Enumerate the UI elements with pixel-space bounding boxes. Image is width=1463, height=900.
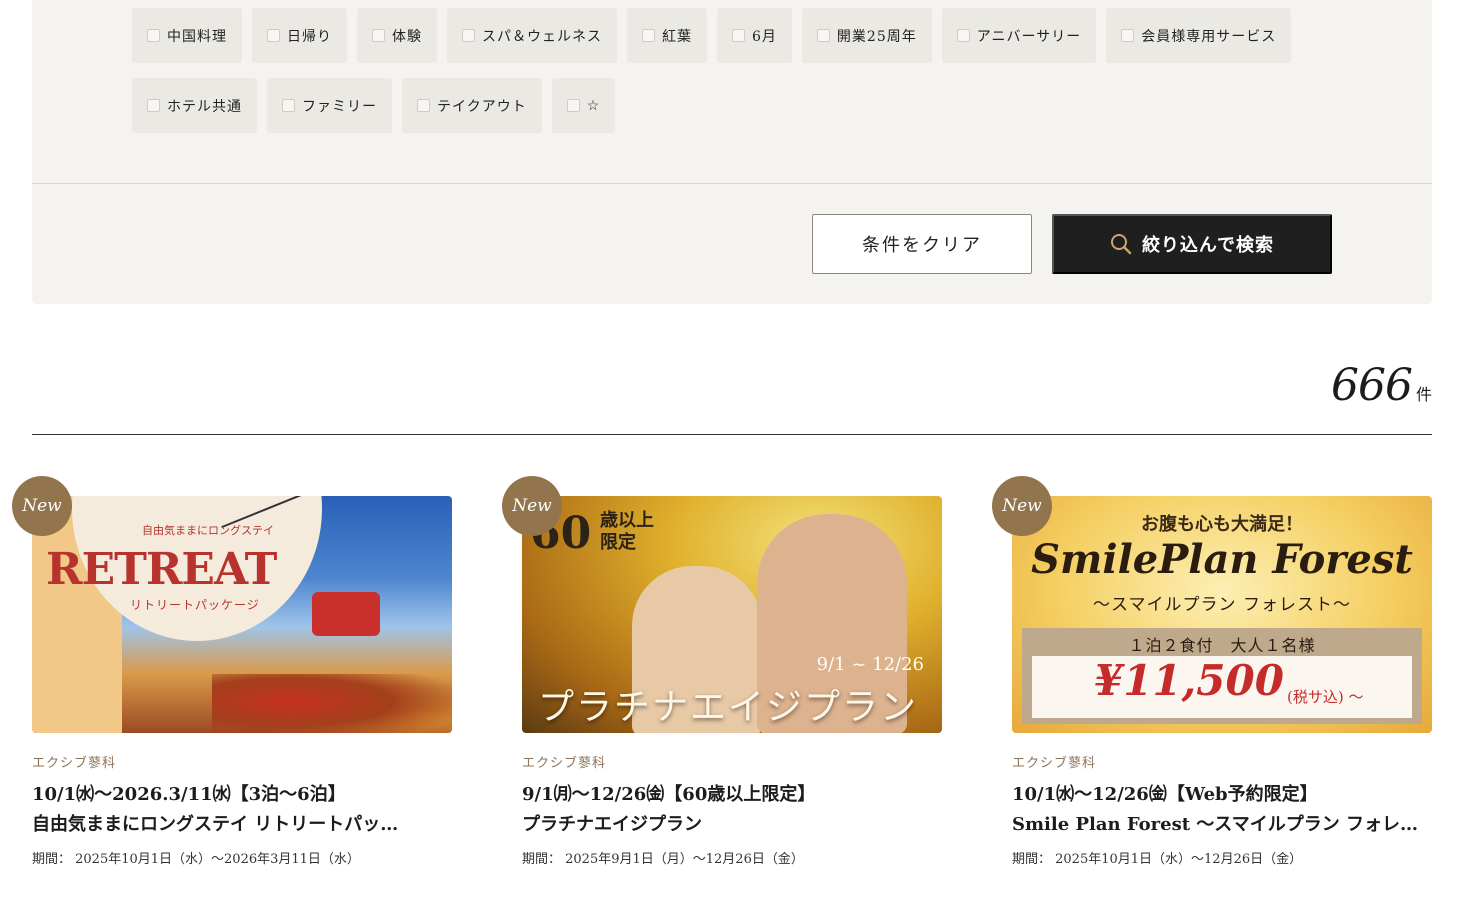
checkbox-icon[interactable]: [956, 29, 970, 42]
filter-tag-family[interactable]: ファミリー: [267, 78, 392, 133]
checkbox-icon[interactable]: [372, 29, 385, 42]
plan-title-line1: 10/1㈬～2026.3/11㈬【3泊～6泊】: [32, 784, 346, 805]
plan-period: 期間： 2025年9月1日（月）～12月26日（金）: [522, 852, 804, 867]
image-price-tax: (税サ込) ～: [1287, 688, 1364, 706]
result-count-number: 666: [1331, 360, 1413, 411]
checkbox-icon[interactable]: [282, 99, 295, 112]
hotel-name: エクシブ蓼科: [32, 756, 117, 771]
checkbox-icon[interactable]: [147, 29, 160, 42]
checkbox-icon[interactable]: [732, 29, 745, 42]
plan-image-retreat[interactable]: 自由気ままにロングステイ RETREAT リトリートパッケージ: [32, 496, 452, 733]
filter-tag-june[interactable]: 6月: [717, 8, 792, 63]
checkbox-icon[interactable]: [816, 29, 830, 42]
image-headline: SmilePlan Forest: [1031, 536, 1413, 583]
plan-title-line1: 10/1㈬～12/26㈮【Web予約限定】: [1012, 784, 1318, 805]
plan-title-line2: プラチナエイジプラン: [522, 814, 702, 835]
new-badge: New: [502, 476, 562, 536]
checkbox-icon[interactable]: [147, 99, 160, 112]
filter-tag-experience[interactable]: 体験: [357, 8, 437, 63]
filter-tag-label: スパ＆ウェルネス: [482, 28, 602, 45]
plan-title[interactable]: 10/1㈬～2026.3/11㈬【3泊～6泊】 自由気ままにロングステイ リトリ…: [32, 780, 452, 840]
filter-tag-label: 6月: [752, 28, 777, 45]
checkbox-icon[interactable]: [462, 29, 475, 42]
filter-tag-daytrip[interactable]: 日帰り: [252, 8, 347, 63]
filter-tag-anniversary[interactable]: アニバーサリー: [941, 8, 1097, 63]
checkbox-icon[interactable]: [417, 99, 430, 112]
plan-title-line2: 自由気ままにロングステイ リトリートパッ…: [32, 814, 399, 835]
filter-tag-label: ホテル共通: [167, 98, 242, 115]
filter-tag-star[interactable]: ☆: [551, 78, 616, 133]
filter-tag-label: 開業25周年: [836, 28, 917, 45]
plan-title-line2: Smile Plan Forest ～スマイルプラン フォレ…: [1012, 814, 1419, 835]
image-subtitle: リトリートパッケージ: [130, 598, 260, 612]
filter-tag-25th-anniversary[interactable]: 開業25周年: [801, 8, 932, 63]
image-price: ¥11,500: [1094, 656, 1284, 705]
ropeway-gondola-graphic: [312, 592, 380, 636]
image-plan-name: プラチナエイジプラン: [538, 687, 919, 728]
filter-tag-label: ☆: [586, 97, 601, 114]
search-button[interactable]: 絞り込んで検索: [1052, 214, 1332, 274]
plan-title-line1: 9/1㈪～12/26㈮【60歳以上限定】: [522, 784, 816, 805]
filter-tag-spa[interactable]: スパ＆ウェルネス: [447, 8, 617, 63]
filter-tag-label: 会員様専用サービス: [1141, 28, 1277, 45]
clear-conditions-button[interactable]: 条件をクリア: [812, 214, 1032, 274]
hotel-name: エクシブ蓼科: [522, 756, 607, 771]
plan-period: 期間： 2025年10月1日（水）～2026年3月11日（水）: [32, 852, 360, 867]
checkbox-icon[interactable]: [566, 99, 580, 112]
plan-title[interactable]: 9/1㈪～12/26㈮【60歳以上限定】 プラチナエイジプラン: [522, 780, 942, 840]
image-date-range: 9/1 ~ 12/26: [816, 654, 924, 675]
result-count: 666 件: [1331, 360, 1432, 411]
filter-tag-chinese[interactable]: 中国料理: [132, 8, 242, 63]
image-age-note: 歳以上限定: [600, 510, 654, 553]
result-count-unit: 件: [1415, 385, 1432, 404]
image-price-condition: １泊２食付 大人１名様: [1128, 636, 1316, 655]
filter-tag-hotel-common[interactable]: ホテル共通: [132, 78, 257, 133]
plan-image-smile-forest[interactable]: お腹も心も大満足！ SmilePlan Forest ～スマイルプラン フォレス…: [1012, 496, 1432, 733]
image-headline: RETREAT: [46, 544, 277, 595]
image-kicker: お腹も心も大満足！: [1141, 514, 1303, 535]
filter-tag-autumn-leaves[interactable]: 紅葉: [627, 8, 707, 63]
image-kicker: 自由気ままにロングステイ: [142, 524, 274, 537]
checkbox-icon[interactable]: [642, 29, 655, 42]
search-icon: [1110, 234, 1132, 255]
image-price-box: １泊２食付 大人１名様 ¥11,500 (税サ込) ～: [1022, 628, 1422, 724]
hotel-name: エクシブ蓼科: [1012, 756, 1097, 771]
result-divider: [32, 434, 1432, 435]
divider: [32, 183, 1432, 184]
filter-tag-member-service[interactable]: 会員様専用サービス: [1106, 8, 1292, 63]
filter-tag-label: テイクアウト: [437, 98, 527, 115]
filter-tag-row: 中国料理 日帰り 体験 スパ＆ウェルネス 紅葉 6月 開業25周年 アニバーサリ…: [132, 8, 1292, 63]
filter-tag-label: アニバーサリー: [976, 28, 1082, 45]
filter-panel: 中国料理 日帰り 体験 スパ＆ウェルネス 紅葉 6月 開業25周年 アニバーサリ…: [32, 0, 1432, 304]
checkbox-icon[interactable]: [267, 29, 280, 42]
plan-image-platinum-age[interactable]: 60 歳以上限定 9/1 ~ 12/26 プラチナエイジプラン: [522, 496, 942, 733]
image-subtitle: ～スマイルプラン フォレスト～: [1093, 595, 1351, 615]
plan-period: 期間： 2025年10月1日（水）～12月26日（金）: [1012, 852, 1303, 867]
filter-tag-label: 紅葉: [662, 28, 692, 45]
image-price-panel: ¥11,500 (税サ込) ～: [1032, 656, 1412, 718]
plan-title[interactable]: 10/1㈬～12/26㈮【Web予約限定】 Smile Plan Forest …: [1012, 780, 1432, 840]
checkbox-icon[interactable]: [1121, 29, 1135, 42]
filter-tag-row: ホテル共通 ファミリー テイクアウト ☆: [132, 78, 616, 133]
filter-tag-label: 体験: [392, 28, 422, 45]
search-button-label: 絞り込んで検索: [1141, 235, 1275, 255]
new-badge: New: [992, 476, 1052, 536]
autumn-trees-graphic: [212, 674, 452, 733]
filter-tag-label: 中国料理: [167, 28, 227, 45]
filter-tag-takeout[interactable]: テイクアウト: [402, 78, 542, 133]
new-badge: New: [12, 476, 72, 536]
filter-tag-label: 日帰り: [287, 28, 332, 45]
filter-tag-label: ファミリー: [302, 98, 377, 115]
